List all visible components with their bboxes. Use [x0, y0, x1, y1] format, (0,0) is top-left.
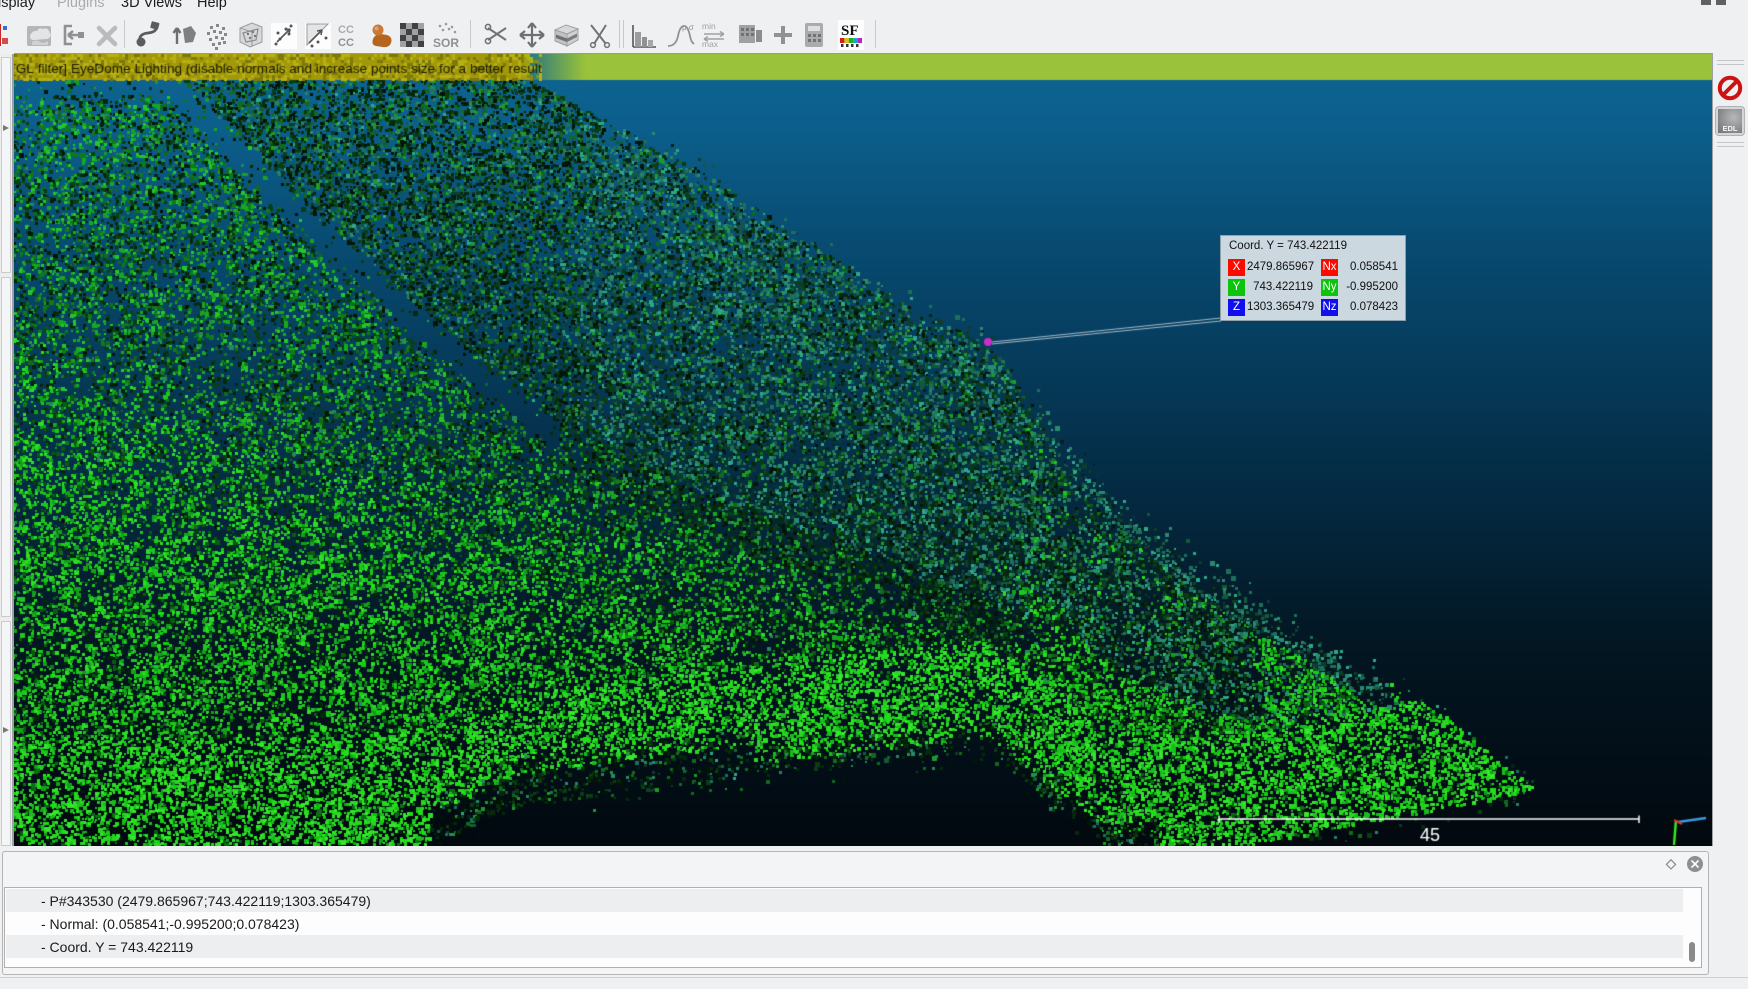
svg-text:SF: SF — [841, 23, 859, 39]
svg-text:max: max — [702, 39, 719, 49]
svg-text:min: min — [702, 21, 716, 31]
svg-text:μ,σ: μ,σ — [682, 23, 694, 32]
svg-text:CC: CC — [338, 37, 354, 49]
svg-text:SOR: SOR — [433, 36, 459, 50]
svg-text:CC: CC — [338, 24, 354, 36]
